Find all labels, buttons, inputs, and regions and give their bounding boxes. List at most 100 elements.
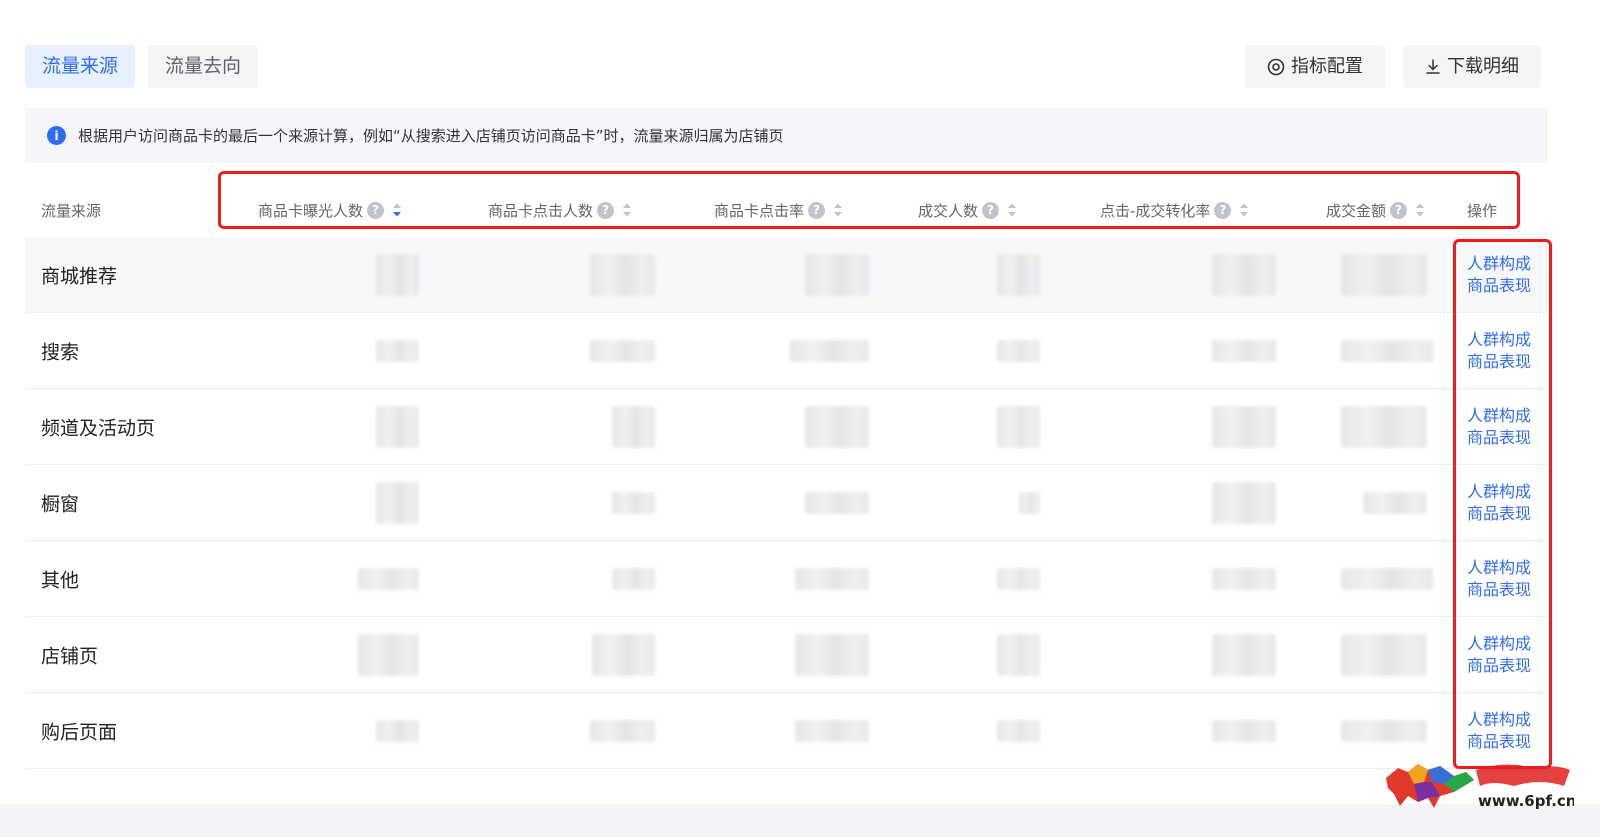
blurred-cell — [376, 719, 419, 742]
help-icon[interactable]: ? — [808, 201, 826, 219]
blurred-cell — [376, 253, 419, 296]
table-row: 购后页面 人群构成 商品表现 — [25, 693, 1548, 769]
product-performance-link[interactable]: 商品表现 — [1467, 579, 1531, 601]
info-notice: i 根据用户访问商品卡的最后一个来源计算，例如“从搜索进入店铺页访问商品卡”时，… — [25, 108, 1548, 163]
blurred-cell — [612, 567, 655, 590]
crowd-composition-link[interactable]: 人群构成 — [1467, 253, 1531, 275]
column-header-exposure: 商品卡曝光人数 ? — [258, 198, 402, 222]
column-header-actions: 操作 — [1467, 201, 1498, 220]
product-performance-link[interactable]: 商品表现 — [1467, 275, 1531, 297]
help-icon[interactable]: ? — [597, 201, 615, 219]
watermark-url: www.6pf.cn — [1478, 792, 1574, 810]
table-row: 其他 人群构成 商品表现 — [25, 541, 1548, 617]
column-header-source: 流量来源 — [41, 201, 102, 220]
blurred-cell — [1341, 253, 1427, 296]
metrics-config-label: 指标配置 — [1291, 56, 1363, 77]
row-actions: 人群构成 商品表现 — [1467, 253, 1531, 297]
table-row: 店铺页 人群构成 商品表现 — [25, 617, 1548, 693]
blurred-cell — [795, 567, 869, 590]
blurred-cell — [592, 633, 655, 676]
bottom-band — [0, 804, 1600, 837]
crowd-composition-link[interactable]: 人群构成 — [1467, 405, 1531, 427]
column-header-amount: 成交金额 ? — [1326, 198, 1425, 222]
blurred-cell — [1019, 491, 1040, 514]
row-actions: 人群构成 商品表现 — [1467, 557, 1531, 601]
blurred-cell — [997, 339, 1040, 362]
row-source-label: 频道及活动页 — [41, 417, 156, 439]
table-row: 商城推荐 人群构成 商品表现 — [25, 237, 1548, 313]
row-source-label: 搜索 — [41, 341, 80, 363]
tab-traffic-source[interactable]: 流量来源 — [25, 45, 136, 88]
blurred-cell — [997, 405, 1040, 448]
row-actions: 人群构成 商品表现 — [1467, 329, 1531, 373]
sort-icon[interactable] — [622, 202, 632, 218]
crowd-composition-link[interactable]: 人群构成 — [1467, 557, 1531, 579]
blurred-cell — [612, 405, 655, 448]
row-source-label: 商城推荐 — [41, 265, 118, 287]
target-icon — [1267, 58, 1285, 76]
help-icon[interactable]: ? — [1214, 201, 1232, 219]
blurred-cell — [376, 481, 419, 524]
blurred-cell — [805, 405, 869, 448]
row-source-label: 橱窗 — [41, 493, 80, 515]
blurred-cell — [1212, 481, 1276, 524]
info-icon: i — [47, 126, 66, 145]
blurred-cell — [376, 339, 419, 362]
help-icon[interactable]: ? — [1390, 201, 1408, 219]
blurred-cell — [795, 633, 869, 676]
blurred-cell — [1212, 719, 1276, 742]
crowd-composition-link[interactable]: 人群构成 — [1467, 633, 1531, 655]
product-performance-link[interactable]: 商品表现 — [1467, 731, 1531, 753]
sort-icon[interactable] — [1415, 202, 1425, 218]
download-detail-button[interactable]: 下载明细 — [1403, 45, 1541, 88]
blurred-cell — [612, 491, 655, 514]
blurred-cell — [590, 719, 655, 742]
watermark-logo: www.6pf.cn — [1384, 756, 1576, 818]
blurred-cell — [997, 633, 1040, 676]
table-row: 橱窗 人群构成 商品表现 — [25, 465, 1548, 541]
table-row: 搜索 人群构成 商品表现 — [25, 313, 1548, 389]
crowd-composition-link[interactable]: 人群构成 — [1467, 329, 1531, 351]
crowd-composition-link[interactable]: 人群构成 — [1467, 481, 1531, 503]
sort-icon[interactable] — [1007, 202, 1017, 218]
blurred-cell — [1341, 719, 1427, 742]
row-source-label: 店铺页 — [41, 645, 99, 667]
column-header-click-rate: 商品卡点击率 ? — [714, 198, 843, 222]
product-performance-link[interactable]: 商品表现 — [1467, 427, 1531, 449]
row-actions: 人群构成 商品表现 — [1467, 709, 1531, 753]
blurred-cell — [997, 253, 1040, 296]
blurred-cell — [590, 339, 655, 362]
blurred-cell — [795, 719, 869, 742]
row-actions: 人群构成 商品表现 — [1467, 633, 1531, 677]
blurred-cell — [1341, 567, 1433, 590]
column-header-clicks: 商品卡点击人数 ? — [488, 198, 632, 222]
tab-traffic-destination[interactable]: 流量去向 — [148, 45, 259, 88]
column-header-buyers: 成交人数 ? — [918, 198, 1017, 222]
blurred-cell — [805, 491, 869, 514]
blurred-cell — [1341, 339, 1433, 362]
notice-text: 根据用户访问商品卡的最后一个来源计算，例如“从搜索进入店铺页访问商品卡”时，流量… — [78, 127, 784, 145]
blurred-cell — [1212, 567, 1276, 590]
row-source-label: 其他 — [41, 569, 80, 591]
metrics-config-button[interactable]: 指标配置 — [1245, 45, 1385, 88]
product-performance-link[interactable]: 商品表现 — [1467, 655, 1531, 677]
blurred-cell — [590, 253, 655, 296]
product-performance-link[interactable]: 商品表现 — [1467, 351, 1531, 373]
sort-icon[interactable] — [833, 202, 843, 218]
help-icon[interactable]: ? — [982, 201, 1000, 219]
column-header-conversion: 点击-成交转化率 ? — [1100, 198, 1249, 222]
blurred-cell — [1363, 491, 1427, 514]
row-actions: 人群构成 商品表现 — [1467, 405, 1531, 449]
download-detail-label: 下载明细 — [1447, 56, 1519, 77]
blurred-cell — [997, 567, 1040, 590]
blurred-cell — [997, 719, 1040, 742]
header-highlight-box — [218, 171, 1520, 229]
table-row: 频道及活动页 人群构成 商品表现 — [25, 389, 1548, 465]
row-source-label: 购后页面 — [41, 721, 118, 743]
row-actions: 人群构成 商品表现 — [1467, 481, 1531, 525]
sort-icon[interactable] — [392, 202, 402, 218]
help-icon[interactable]: ? — [367, 201, 385, 219]
product-performance-link[interactable]: 商品表现 — [1467, 503, 1531, 525]
sort-icon[interactable] — [1239, 202, 1249, 218]
crowd-composition-link[interactable]: 人群构成 — [1467, 709, 1531, 731]
